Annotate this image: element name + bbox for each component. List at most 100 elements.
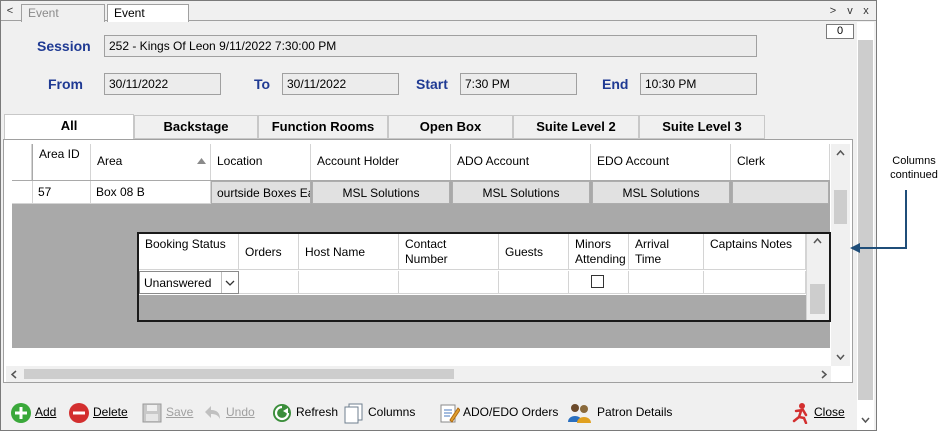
row-header-corner <box>12 144 32 180</box>
column-header-ado-account[interactable]: ADO Account <box>451 144 591 180</box>
columns-button-label: Columns <box>368 405 416 419</box>
tab-close-button[interactable]: x <box>860 5 872 19</box>
tab-event-session[interactable]: Event Session <box>107 4 189 35</box>
start-label: Start <box>416 76 448 92</box>
edit-document-icon <box>440 404 460 423</box>
tab-suite-level-2[interactable]: Suite Level 2 <box>513 115 639 139</box>
cell-location[interactable]: ourtside Boxes Ea <box>211 181 311 204</box>
column-header-arrival-time[interactable]: Arrival Time <box>629 234 704 270</box>
scroll-down-icon[interactable] <box>836 354 845 360</box>
cell-arrival-time[interactable] <box>629 271 704 294</box>
tab-suite-level-3[interactable]: Suite Level 3 <box>639 115 765 139</box>
undo-button[interactable]: Undo <box>201 398 255 426</box>
undo-arrow-icon <box>205 405 220 419</box>
refresh-button-label: Refresh <box>296 405 339 419</box>
column-header-guests[interactable]: Guests <box>499 234 569 270</box>
column-header-minors-attending[interactable]: Minors Attending <box>569 234 629 270</box>
refresh-button[interactable]: Refresh <box>271 398 338 426</box>
column-header-account-holder[interactable]: Account Holder <box>311 144 451 180</box>
column-header-contact-number[interactable]: Contact Number <box>399 234 499 270</box>
tab-scroll-left-button[interactable]: < <box>4 5 16 19</box>
end-label: End <box>602 76 629 92</box>
minors-attending-checkbox[interactable] <box>591 275 604 288</box>
booking-status-dropdown-button[interactable] <box>221 272 238 293</box>
cell-area-id[interactable]: 57 <box>33 181 91 204</box>
column-header-area[interactable]: Area <box>91 144 211 180</box>
to-label: To <box>254 76 271 92</box>
scroll-right-icon[interactable] <box>821 370 827 379</box>
tab-all[interactable]: All <box>4 114 134 140</box>
bookings-grid-container: Area ID Area Location Account Holder ADO… <box>3 139 853 383</box>
columns-button[interactable]: Columns <box>343 398 415 426</box>
sort-ascending-icon <box>197 158 206 164</box>
column-header-clerk[interactable]: Clerk <box>731 144 830 180</box>
cell-contact-number[interactable] <box>399 271 499 294</box>
from-label: From <box>48 76 83 92</box>
booking-status-value: Unanswered <box>144 276 212 290</box>
from-date-field[interactable]: 30/11/2022 <box>104 73 221 95</box>
plus-icon <box>11 402 31 423</box>
delete-button-label: Delete <box>93 405 128 419</box>
scroll-left-icon[interactable] <box>11 370 17 379</box>
grid-horizontal-scroll-thumb[interactable] <box>24 369 454 379</box>
cell-account-holder-button[interactable]: MSL Solutions <box>312 181 450 204</box>
cell-clerk-button[interactable] <box>732 181 829 204</box>
patron-details-button-label: Patron Details <box>597 405 673 419</box>
booking-detail-subgrid: Booking Status Orders Host Name Contact … <box>137 232 831 322</box>
subgrid-vertical-scrollbar[interactable] <box>806 234 829 320</box>
grid-horizontal-scrollbar[interactable] <box>6 366 831 382</box>
ado-edo-orders-button[interactable]: ADO/EDO Orders <box>438 398 558 426</box>
booking-status-dropdown[interactable]: Unanswered <box>139 271 239 294</box>
scroll-up-icon <box>813 238 822 244</box>
column-header-orders[interactable]: Orders <box>239 234 299 270</box>
cell-orders[interactable] <box>239 271 299 294</box>
delete-button[interactable]: Delete <box>68 398 128 426</box>
close-button-label: Close <box>814 405 845 419</box>
cell-area[interactable]: Box 08 B <box>91 181 211 204</box>
column-header-booking-status[interactable]: Booking Status <box>139 234 239 270</box>
ado-edo-orders-button-label: ADO/EDO Orders <box>463 405 559 419</box>
tab-function-rooms[interactable]: Function Rooms <box>258 115 388 139</box>
undo-button-label: Undo <box>226 405 255 419</box>
patron-details-button[interactable]: Patron Details <box>564 398 672 426</box>
add-button[interactable]: Add <box>10 398 56 426</box>
scroll-up-icon[interactable] <box>836 150 845 156</box>
scroll-down-icon[interactable] <box>861 417 870 423</box>
tab-scroll-right-button[interactable]: > <box>827 5 839 19</box>
tab-event-records[interactable]: Event Records <box>21 4 105 35</box>
column-header-host-name[interactable]: Host Name <box>299 234 399 270</box>
row-selector[interactable] <box>12 181 33 204</box>
people-icon <box>568 403 591 423</box>
column-header-captains-notes[interactable]: Captains Notes <box>704 234 806 270</box>
subgrid-scroll-thumb[interactable] <box>810 284 825 314</box>
grid-vertical-scroll-thumb[interactable] <box>834 190 847 224</box>
save-button-label: Save <box>166 405 194 419</box>
tab-backstage[interactable]: Backstage <box>134 115 258 139</box>
running-person-exit-icon <box>792 402 808 424</box>
start-time-field[interactable]: 7:30 PM <box>460 73 577 95</box>
annotation-arrow <box>850 190 907 253</box>
session-label: Session <box>37 38 91 54</box>
close-button[interactable]: Close <box>789 398 845 426</box>
cell-captains-notes[interactable] <box>704 271 806 294</box>
session-field[interactable]: 252 - Kings Of Leon 9/11/2022 7:30:00 PM <box>104 35 757 57</box>
column-header-area-label: Area <box>97 154 123 168</box>
chevron-down-icon <box>225 280 235 286</box>
tab-open-box[interactable]: Open Box <box>388 115 513 139</box>
copy-pages-icon <box>344 403 363 424</box>
column-header-edo-account[interactable]: EDO Account <box>591 144 731 180</box>
cell-guests[interactable] <box>499 271 569 294</box>
cell-ado-account-button[interactable]: MSL Solutions <box>452 181 590 204</box>
end-time-field[interactable]: 10:30 PM <box>640 73 757 95</box>
cell-host-name[interactable] <box>299 271 399 294</box>
tab-list-dropdown-button[interactable]: v <box>844 5 856 19</box>
cell-edo-account-button[interactable]: MSL Solutions <box>592 181 730 204</box>
cell-minors-attending <box>569 271 629 294</box>
column-header-area-id[interactable]: Area ID <box>33 144 91 180</box>
columns-continued-note: Columns continued <box>890 155 938 181</box>
minus-icon <box>69 402 89 423</box>
to-date-field[interactable]: 30/11/2022 <box>282 73 399 95</box>
save-button[interactable]: Save <box>141 398 193 426</box>
column-header-location[interactable]: Location <box>211 144 311 180</box>
add-button-label: Add <box>35 405 57 419</box>
